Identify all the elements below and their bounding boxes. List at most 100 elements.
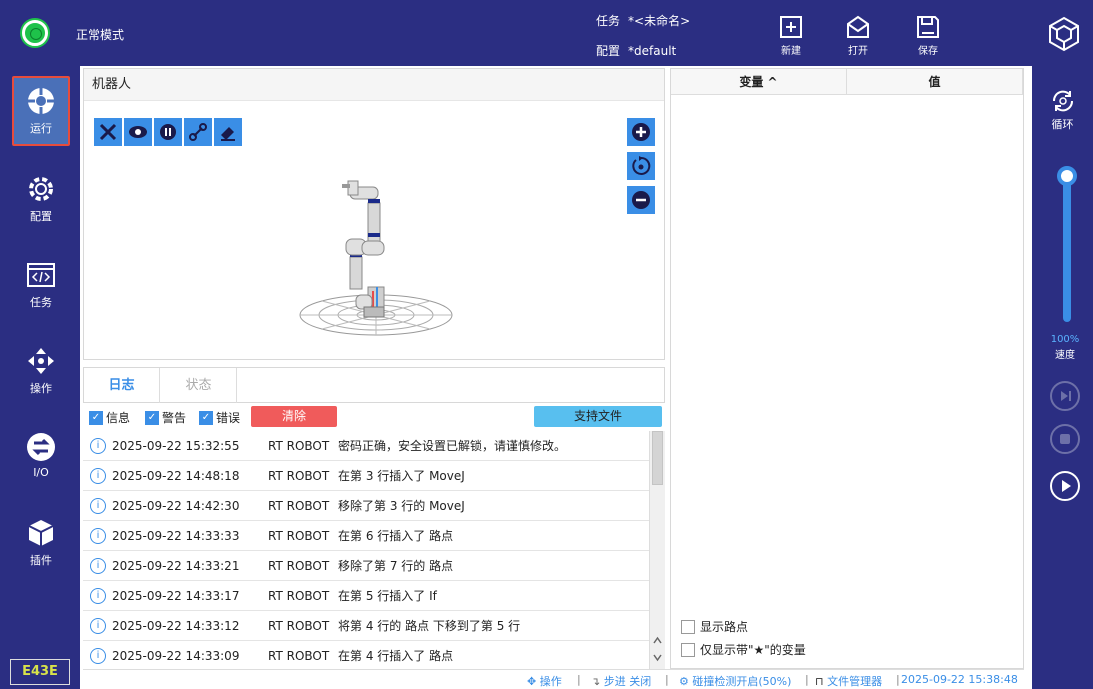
scroll-arrows-icon[interactable] (652, 635, 663, 663)
brake-button[interactable] (154, 118, 182, 146)
filter-error-label: 错误 (216, 411, 241, 425)
brand-logo-icon (1049, 16, 1079, 52)
sidebar-item-plugin[interactable]: 插件 (12, 510, 70, 580)
sidebar-item-operate[interactable]: 操作 (12, 338, 70, 408)
file-manager-label: 文件管理器 (827, 675, 883, 688)
link-button[interactable] (184, 118, 212, 146)
log-message: 在第 3 行插入了 MoveJ (338, 469, 465, 483)
config-label: 配置 (596, 44, 621, 58)
log-time: 2025-09-22 14:33:33 (112, 528, 240, 543)
log-source: RT ROBOT (268, 618, 330, 633)
sidebar-item-label: 插件 (30, 554, 52, 567)
move-arrows-icon: ✥ (527, 675, 537, 688)
show-starred-checkbox[interactable]: 仅显示带"★"的变量 (681, 641, 806, 658)
log-source: RT ROBOT (268, 558, 330, 573)
info-icon: i (90, 647, 106, 664)
speed-slider-knob[interactable] (1057, 166, 1077, 186)
speed-slider-track[interactable] (1063, 174, 1071, 322)
checkmark-icon: ✓ (145, 410, 159, 425)
mode-indicator-icon (22, 20, 48, 46)
task-info: 任务 *<未命名> (596, 12, 690, 29)
zoom-out-button[interactable] (627, 186, 655, 214)
log-time: 2025-09-22 14:33:17 (112, 588, 240, 603)
log-row[interactable]: i 2025-09-22 14:33:17 RT ROBOT 在第 5 行插入了… (83, 581, 649, 611)
right-sidebar: 循环 100% 速度 (1032, 66, 1093, 689)
config-gear-icon (29, 177, 53, 201)
cycle-button[interactable]: 循环 (1032, 88, 1093, 132)
step-button[interactable] (1050, 381, 1080, 411)
variable-column-header[interactable]: 变量 ^ (671, 69, 847, 94)
save-button-label: 保存 (918, 46, 938, 57)
log-row[interactable]: i 2025-09-22 14:33:33 RT ROBOT 在第 6 行插入了… (83, 521, 649, 551)
new-button[interactable]: 新建 (771, 14, 811, 57)
cycle-label: 循环 (1051, 118, 1074, 131)
left-sidebar: 运行 配置 任务 操作 I/O 插件 E43E (0, 66, 80, 689)
log-time: 2025-09-22 14:42:30 (112, 498, 240, 513)
save-button[interactable]: 保存 (908, 14, 948, 57)
log-row[interactable]: i 2025-09-22 14:48:18 RT ROBOT 在第 3 行插入了… (83, 461, 649, 491)
zoom-in-button[interactable] (627, 118, 655, 146)
step-status-label: 步进 关闭 (603, 675, 652, 688)
clear-log-button[interactable]: 清除 (251, 406, 337, 427)
log-message: 密码正确，安全设置已解锁，请谨慎修改。 (338, 439, 567, 453)
step-status[interactable]: ↴ 步进 关闭 (591, 673, 651, 689)
show-waypoints-checkbox[interactable]: 显示路点 (681, 618, 748, 635)
log-row[interactable]: i 2025-09-22 14:33:21 RT ROBOT 移除了第 7 行的… (83, 551, 649, 581)
log-scrollbar-thumb[interactable] (652, 431, 663, 485)
log-source: RT ROBOT (268, 528, 330, 543)
speed-label: 速度 (1055, 350, 1075, 361)
new-button-label: 新建 (781, 46, 801, 57)
visibility-button[interactable] (124, 118, 152, 146)
support-file-button[interactable]: 支持文件 (534, 406, 662, 427)
config-info: 配置 *default (596, 42, 676, 59)
filter-error-checkbox[interactable]: ✓ 错误 (199, 409, 240, 426)
sidebar-item-task[interactable]: 任务 (12, 252, 70, 322)
eraser-button[interactable] (214, 118, 242, 146)
log-row[interactable]: i 2025-09-22 14:42:30 RT ROBOT 移除了第 3 行的… (83, 491, 649, 521)
operate-status[interactable]: ✥ 操作 (527, 673, 562, 689)
eye-icon (129, 126, 147, 138)
tab-log[interactable]: 日志 (84, 368, 160, 403)
value-column-header[interactable]: 值 (847, 69, 1023, 94)
stop-button[interactable] (1050, 424, 1080, 454)
step-arrow-icon: ↴ (591, 675, 601, 688)
sidebar-item-label: 运行 (30, 122, 52, 135)
info-icon: i (90, 527, 106, 544)
sidebar-item-io[interactable]: I/O (12, 424, 70, 494)
log-source: RT ROBOT (268, 588, 330, 603)
open-button-label: 打开 (848, 46, 868, 57)
speed-value: 100% (1050, 334, 1080, 345)
tab-status[interactable]: 状态 (161, 368, 237, 403)
log-row[interactable]: i 2025-09-22 14:33:12 RT ROBOT 将第 4 行的 路… (83, 611, 649, 641)
open-button[interactable]: 打开 (838, 14, 878, 57)
checkbox-box (681, 619, 695, 634)
file-manager-status[interactable]: ⊓ 文件管理器 (815, 673, 882, 689)
robot-3d-view[interactable] (284, 169, 474, 349)
step-icon (1061, 391, 1071, 401)
mode-label: 正常模式 (76, 28, 125, 42)
sidebar-item-config[interactable]: 配置 (12, 166, 70, 236)
tools-button[interactable] (94, 118, 122, 146)
sidebar-item-run[interactable]: 运行 (12, 76, 70, 146)
variables-header: 变量 ^ 值 (671, 69, 1023, 95)
robot-panel: 机器人 (83, 68, 665, 360)
variables-panel: 变量 ^ 值 显示路点 仅显示带"★"的变量 (670, 68, 1024, 669)
operate-status-label: 操作 (539, 675, 562, 688)
play-button[interactable] (1050, 471, 1080, 501)
reset-view-button[interactable] (627, 152, 655, 180)
collision-status-label: 碰撞检测开启(50%) (692, 675, 792, 688)
log-message: 在第 5 行插入了 If (338, 589, 437, 603)
log-scrollbar[interactable] (649, 431, 665, 669)
log-row[interactable]: i 2025-09-22 14:33:09 RT ROBOT 在第 4 行插入了… (83, 641, 649, 669)
tools-icon (99, 123, 117, 141)
zoom-out-icon (632, 191, 650, 209)
filter-warning-checkbox[interactable]: ✓ 警告 (145, 409, 186, 426)
filter-info-checkbox[interactable]: ✓ 信息 (89, 409, 130, 426)
log-list[interactable]: i 2025-09-22 15:32:55 RT ROBOT 密码正确，安全设置… (83, 431, 649, 669)
collision-status[interactable]: ⚙ 碰撞检测开启(50%) (679, 673, 791, 689)
status-code-badge[interactable]: E43E (10, 659, 70, 685)
log-row[interactable]: i 2025-09-22 15:32:55 RT ROBOT 密码正确，安全设置… (83, 431, 649, 461)
datetime-status: 2025-09-22 15:38:48 (901, 673, 1018, 686)
open-envelope-icon (847, 15, 869, 38)
log-time: 2025-09-22 14:33:12 (112, 618, 240, 633)
